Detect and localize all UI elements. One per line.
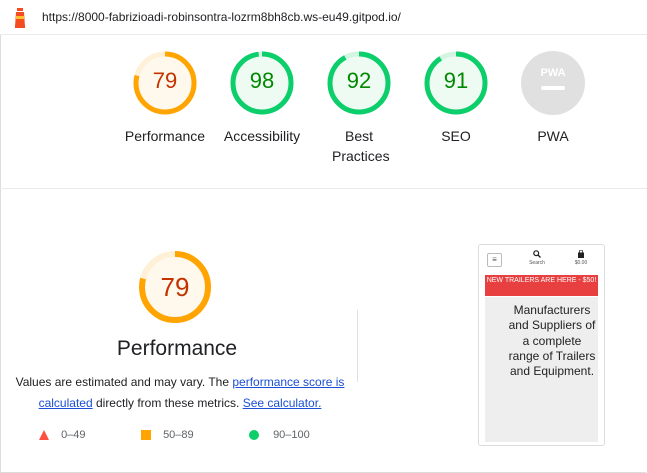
legend-fail: 0–49 bbox=[39, 429, 86, 441]
page-url[interactable]: https://8000-fabrizioadi-robinsontra-loz… bbox=[42, 10, 401, 24]
legend-average: 50–89 bbox=[141, 429, 194, 441]
gauge-score: 92 bbox=[346, 68, 372, 93]
see-calculator-link[interactable]: See calculator. bbox=[243, 396, 322, 410]
gauge-label: Performance bbox=[124, 128, 206, 144]
vertical-separator bbox=[357, 310, 358, 382]
hero-text: Manufacturers and Suppliers of a complet… bbox=[508, 303, 596, 379]
thumbnail-hero: Manufacturers and Suppliers of a complet… bbox=[485, 297, 598, 442]
shopping-bag-icon bbox=[578, 249, 584, 258]
circle-icon bbox=[249, 430, 259, 441]
section-divider bbox=[0, 188, 647, 189]
legend-label: 50–89 bbox=[163, 429, 194, 442]
performance-score: 79 bbox=[160, 272, 190, 302]
report-header: https://8000-fabrizioadi-robinsontra-loz… bbox=[0, 0, 647, 35]
legend-label: 90–100 bbox=[273, 429, 310, 442]
final-screenshot-thumbnail[interactable]: ≡ Search $0.00 NEW TRAILERS ARE HERE - $… bbox=[478, 244, 605, 446]
gauge-performance[interactable]: 79 Performance bbox=[120, 50, 210, 146]
legend-pass: 90–100 bbox=[249, 429, 310, 441]
gauge-label: Best Practices bbox=[332, 128, 390, 164]
gauge-seo[interactable]: 91 SEO bbox=[411, 50, 501, 146]
gauge-accessibility[interactable]: 98 Accessibility bbox=[217, 50, 307, 146]
pwa-badge-icon: PWA bbox=[521, 51, 585, 115]
legend-label: 0–49 bbox=[61, 429, 86, 442]
pwa-badge-text: PWA bbox=[540, 67, 565, 79]
search-icon bbox=[533, 250, 541, 258]
desc-text: Values are estimated and may vary. The bbox=[15, 375, 233, 389]
performance-description: Values are estimated and may vary. The p… bbox=[10, 372, 350, 414]
triangle-icon bbox=[39, 430, 49, 441]
gauge-pwa[interactable]: PWA PWA bbox=[508, 50, 598, 146]
gauge-label: SEO bbox=[441, 128, 471, 144]
lighthouse-logo-icon bbox=[15, 8, 25, 28]
bag-total: $0.00 bbox=[574, 260, 588, 266]
gauge-best-practices[interactable]: 92 Best Practices bbox=[314, 50, 404, 166]
thumbnail-banner: NEW TRAILERS ARE HERE - $50! bbox=[485, 275, 598, 296]
search-label: Search bbox=[529, 260, 545, 266]
desc-text: directly from these metrics. bbox=[92, 396, 243, 410]
hamburger-menu-icon: ≡ bbox=[487, 253, 502, 267]
gauge-label: Accessibility bbox=[223, 128, 301, 144]
performance-title: Performance bbox=[116, 337, 238, 360]
gauge-label: PWA bbox=[537, 128, 569, 144]
gauge-score: 79 bbox=[152, 68, 178, 93]
thumbnail-nav: ≡ Search $0.00 bbox=[479, 245, 604, 272]
performance-gauge-large: 79 bbox=[100, 250, 250, 335]
gauge-score: 91 bbox=[443, 68, 469, 93]
thumbnail-search: Search bbox=[527, 250, 547, 266]
thumbnail-bag: $0.00 bbox=[571, 249, 591, 266]
category-gauges: 79 Performance 98 Accessibility 92 Best … bbox=[0, 50, 647, 180]
gauge-score: 98 bbox=[249, 68, 275, 93]
square-icon bbox=[141, 430, 151, 441]
